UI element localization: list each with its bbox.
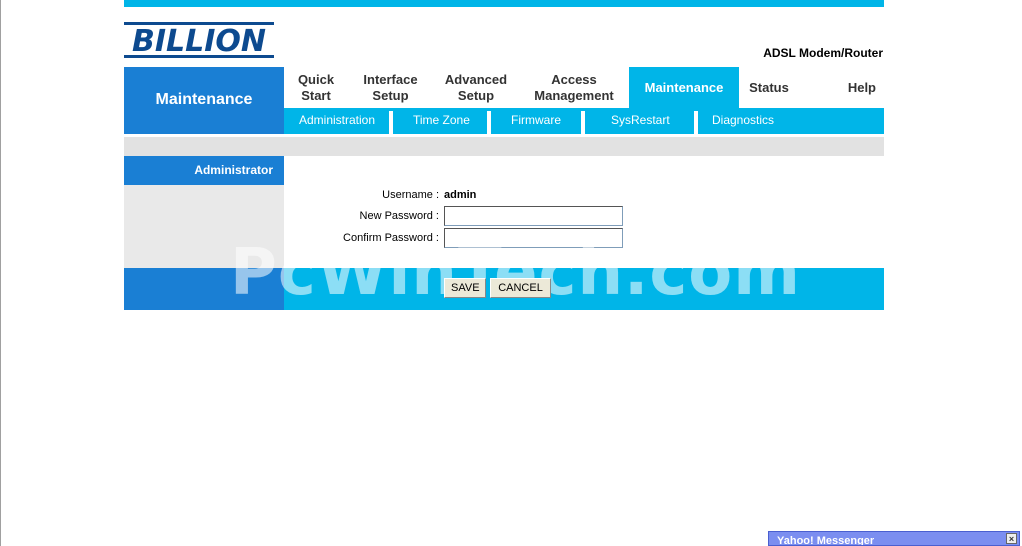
confirm-password-field[interactable]: [444, 228, 623, 248]
nav-help[interactable]: Help: [799, 67, 884, 108]
subnav-sysrestart[interactable]: SysRestart: [611, 113, 670, 127]
sub-nav: Administration Time Zone Firmware SysRes…: [284, 108, 884, 134]
subnav-firmware[interactable]: Firmware: [511, 113, 561, 127]
username-label: Username :: [382, 189, 439, 201]
model-name: ADSL Modem/Router: [763, 46, 883, 60]
nav-advanced-setup[interactable]: Advanced Setup: [433, 67, 519, 108]
nav-label: Advanced: [444, 71, 508, 87]
subnav-time-zone[interactable]: Time Zone: [413, 113, 470, 127]
sidebar-footer: [124, 268, 284, 310]
nav-label: Status: [749, 79, 789, 95]
nav-label: Setup: [372, 87, 409, 103]
nav-label: Help: [847, 79, 876, 95]
nav-status[interactable]: Status: [739, 67, 799, 108]
subnav-diagnostics[interactable]: Diagnostics: [712, 113, 774, 127]
save-button[interactable]: SAVE: [444, 278, 486, 298]
main-nav: Quick Start Interface Setup Advanced Setup …: [284, 67, 884, 108]
subnav-separator: [389, 111, 393, 134]
nav-quick-start[interactable]: Quick Start: [284, 67, 348, 108]
popup-title: Yahoo! Messenger: [777, 535, 875, 546]
new-password-field[interactable]: [444, 206, 623, 226]
messenger-popup[interactable]: Yahoo! Messenger ×: [768, 531, 1020, 546]
brand-text: BILLION: [132, 24, 266, 58]
subnav-separator: [487, 111, 491, 134]
new-password-label: New Password :: [359, 210, 439, 222]
nav-label: Interface: [363, 71, 418, 87]
confirm-password-label: Confirm Password :: [343, 232, 439, 244]
close-icon[interactable]: ×: [1006, 533, 1017, 544]
cancel-button[interactable]: CANCEL: [490, 278, 551, 298]
nav-access-management[interactable]: Access Management: [519, 67, 629, 108]
gray-divider-band: [124, 137, 884, 156]
nav-label: Quick: [297, 71, 335, 87]
billion-logo: BILLION: [124, 22, 274, 58]
nav-label: Maintenance: [644, 79, 724, 95]
nav-label: Start: [301, 87, 331, 103]
nav-interface-setup[interactable]: Interface Setup: [348, 67, 433, 108]
top-accent-bar: [124, 0, 884, 7]
subnav-administration[interactable]: Administration: [299, 113, 375, 127]
sidebar-heading: Administrator: [124, 156, 284, 185]
nav-label: Setup: [457, 87, 495, 103]
subnav-separator: [581, 111, 585, 134]
username-value: admin: [444, 189, 477, 201]
nav-label: Management: [534, 87, 614, 103]
nav-label: Access: [551, 71, 597, 87]
sidebar-body: [124, 185, 284, 268]
content-footer-bar: [284, 268, 884, 310]
subnav-separator: [694, 111, 698, 134]
section-title: Maintenance: [124, 67, 284, 134]
nav-maintenance[interactable]: Maintenance: [629, 67, 739, 108]
